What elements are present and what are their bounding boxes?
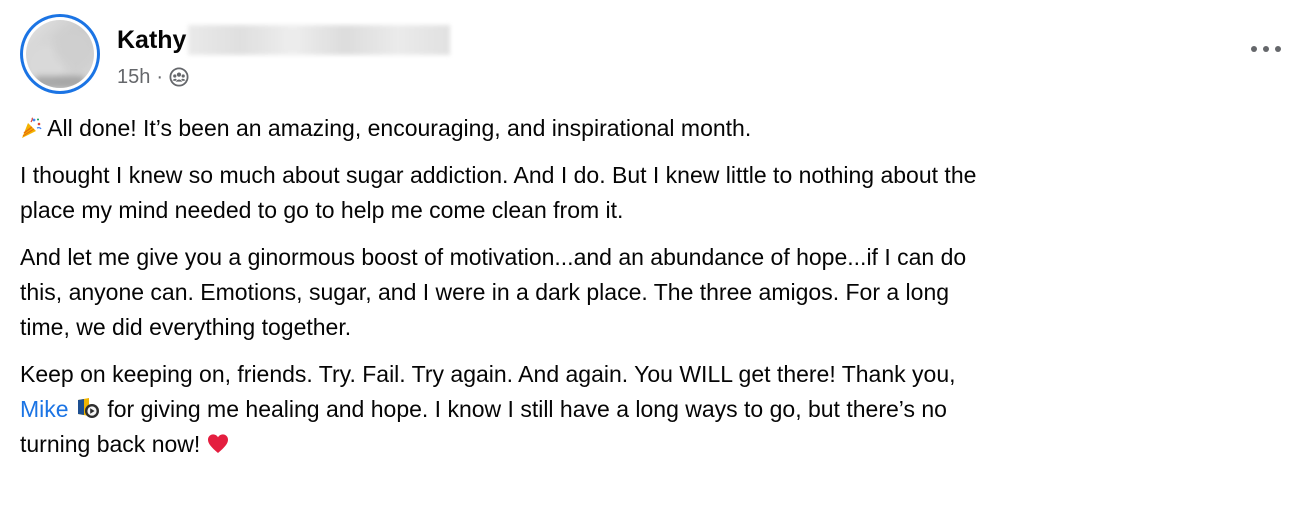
author-name[interactable]: Kathy — [117, 26, 186, 55]
post-paragraph-2: I thought I knew so much about sugar add… — [20, 158, 1296, 228]
post-paragraph-3: And let me give you a ginormous boost of… — [20, 240, 1296, 345]
post-text-line: turning back now! — [20, 431, 201, 457]
post-text-line: And let me give you a ginormous boost of… — [20, 244, 967, 270]
post-text-line: Keep on keeping on, friends. Try. Fail. … — [20, 361, 956, 387]
post-meta: 15h · — [117, 62, 189, 92]
post-text-line: time, we did everything together. — [20, 314, 352, 340]
more-options-button[interactable] — [1246, 30, 1286, 70]
author-name-row: Kathy — [117, 22, 451, 58]
group-members-icon[interactable] — [169, 67, 189, 87]
post-header: Kathy 15h · — [20, 14, 1286, 94]
mention-link[interactable]: Mike — [20, 396, 69, 422]
red-heart-emoji — [207, 430, 229, 453]
post-paragraph-1: All done! It’s been an amazing, encourag… — [20, 111, 1296, 146]
post-text-line: for giving me healing and hope. I know I… — [107, 396, 947, 422]
feed-post: Kathy 15h · All done! It’s been an amazi… — [0, 0, 1306, 524]
post-paragraph-4: Keep on keeping on, friends. Try. Fail. … — [20, 357, 1296, 462]
top-contributor-badge-icon[interactable] — [75, 395, 101, 419]
avatar-image — [26, 20, 94, 88]
post-text-line: place my mind needed to go to help me co… — [20, 197, 624, 223]
post-body: All done! It’s been an amazing, encourag… — [20, 111, 1296, 474]
post-text-line: All done! It’s been an amazing, encourag… — [47, 115, 752, 141]
meta-separator: · — [156, 65, 164, 88]
redacted-surname — [188, 25, 451, 55]
post-text-line: this, anyone can. Emotions, sugar, and I… — [20, 279, 950, 305]
author-avatar[interactable] — [20, 14, 100, 94]
more-options-icon — [1248, 41, 1284, 59]
party-popper-emoji — [20, 114, 42, 138]
post-text-line: I thought I knew so much about sugar add… — [20, 162, 977, 188]
post-timestamp[interactable]: 15h — [117, 66, 150, 89]
